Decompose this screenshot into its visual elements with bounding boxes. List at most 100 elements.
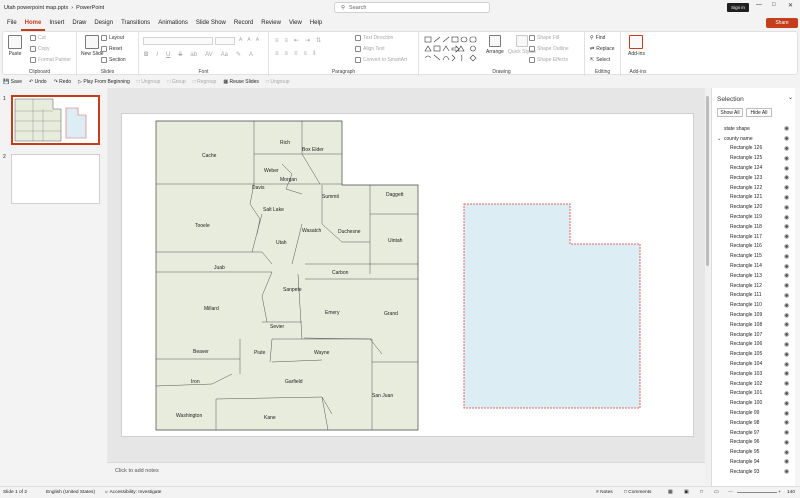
columns-icon[interactable]: ‖ (313, 51, 315, 57)
section-button[interactable]: Section (101, 57, 126, 63)
eye-icon[interactable]: ◉ (784, 302, 789, 309)
addins-button[interactable]: Add-ins (628, 35, 645, 57)
qat-save[interactable]: 💾 Save (3, 79, 22, 85)
eye-icon[interactable]: ◉ (784, 410, 789, 417)
paste-button[interactable]: Paste (8, 35, 22, 57)
eye-icon[interactable]: ◉ (784, 165, 789, 172)
case-icon[interactable]: Aa (221, 52, 228, 58)
reading-view-icon[interactable]: □ (700, 490, 703, 495)
notes-pane[interactable]: Click to add notes (107, 462, 705, 485)
selection-item[interactable]: Rectangle 116 ◉ (712, 242, 800, 252)
selection-item[interactable]: Rectangle 103 ◉ (712, 369, 800, 379)
eye-icon[interactable]: ◉ (784, 135, 789, 142)
selection-item[interactable]: Rectangle 108 ◉ (712, 320, 800, 330)
tab-view[interactable]: View (285, 15, 306, 31)
canvas-scrollbar[interactable] (705, 88, 710, 483)
tab-record[interactable]: Record (230, 15, 257, 31)
convert-smartart-button[interactable]: Convert to SmartArt (355, 57, 407, 63)
selection-item[interactable]: state shape ◉ (712, 124, 800, 134)
selection-item[interactable]: Rectangle 105 ◉ (712, 349, 800, 359)
bullets-icon[interactable]: ≡ (275, 38, 279, 44)
spacing-icon[interactable]: AV (205, 52, 213, 58)
eye-icon[interactable]: ◉ (784, 390, 789, 397)
increase-indent-icon[interactable]: ⇥ (305, 37, 310, 44)
grow-font-icon[interactable]: A (239, 37, 242, 43)
selection-item[interactable]: Rectangle 125 ◉ (712, 153, 800, 163)
maximize-icon[interactable]: □ (772, 2, 776, 8)
tab-home[interactable]: Home (20, 15, 46, 31)
selection-item[interactable]: Rectangle 101 ◉ (712, 389, 800, 399)
eye-icon[interactable]: ◉ (784, 419, 789, 426)
qat-ungroup[interactable]: □ Ungroup (137, 79, 161, 85)
selection-item[interactable]: Rectangle 119 ◉ (712, 212, 800, 222)
replace-button[interactable]: ⇄ Replace (590, 46, 615, 52)
selection-item[interactable]: Rectangle 110 ◉ (712, 300, 800, 310)
shrink-font-icon[interactable]: A (247, 37, 250, 43)
selection-item[interactable]: Rectangle 123 ◉ (712, 173, 800, 183)
comments-toggle[interactable]: □ Comments (624, 490, 651, 495)
eye-icon[interactable]: ◉ (784, 243, 789, 250)
align-left-icon[interactable]: ≡ (275, 51, 279, 57)
format-painter-button[interactable]: Format Painter (30, 57, 71, 63)
selection-item[interactable]: Rectangle 113 ◉ (712, 271, 800, 281)
qat-undo[interactable]: ↶ Undo (29, 79, 47, 85)
selection-item[interactable]: Rectangle 111 ◉ (712, 291, 800, 301)
align-right-icon[interactable]: ≡ (294, 51, 298, 57)
line-spacing-icon[interactable]: ⇅ (316, 37, 321, 44)
text-direction-button[interactable]: Text Direction (355, 35, 393, 41)
select-button[interactable]: ⇱ Select (590, 57, 610, 63)
eye-icon[interactable]: ◉ (784, 174, 789, 181)
eye-icon[interactable]: ◉ (784, 321, 789, 328)
caret-down-icon[interactable]: ⌄ (717, 136, 721, 142)
qat-group[interactable]: □ Group (167, 79, 185, 85)
font-size-dropdown[interactable] (215, 37, 235, 45)
selection-item[interactable]: Rectangle 126 ◉ (712, 144, 800, 154)
notes-toggle[interactable]: ≡ Notes (596, 490, 613, 495)
justify-icon[interactable]: ≡ (304, 51, 308, 57)
selection-scrollbar[interactable] (795, 88, 800, 486)
tab-file[interactable]: File (3, 15, 21, 31)
selection-item[interactable]: Rectangle 100 ◉ (712, 398, 800, 408)
font-color-icon[interactable]: A (249, 52, 253, 58)
hide-all-button[interactable]: Hide All (746, 108, 772, 117)
selection-item[interactable]: Rectangle 112 ◉ (712, 281, 800, 291)
selection-item[interactable]: Rectangle 96 ◉ (712, 438, 800, 448)
eye-icon[interactable]: ◉ (784, 468, 789, 475)
slide-thumbnail-1[interactable] (11, 95, 100, 145)
shapes-gallery[interactable] (424, 36, 482, 64)
eye-icon[interactable]: ◉ (784, 204, 789, 211)
selection-item[interactable]: Rectangle 115 ◉ (712, 251, 800, 261)
selection-item[interactable]: Rectangle 97 ◉ (712, 428, 800, 438)
selection-item[interactable]: Rectangle 124 ◉ (712, 163, 800, 173)
eye-icon[interactable]: ◉ (784, 214, 789, 221)
eye-icon[interactable]: ◉ (784, 223, 789, 230)
eye-icon[interactable]: ◉ (784, 361, 789, 368)
arrange-button[interactable]: Arrange (486, 35, 504, 55)
selection-item[interactable]: Rectangle 109 ◉ (712, 310, 800, 320)
language-indicator[interactable]: English (United States) (46, 490, 95, 495)
zoom-slider[interactable] (737, 492, 777, 493)
chevron-down-icon[interactable]: ⌄ (788, 94, 793, 101)
eye-icon[interactable]: ◉ (784, 282, 789, 289)
tab-insert[interactable]: Insert (45, 15, 68, 31)
selection-item[interactable]: Rectangle 99 ◉ (712, 408, 800, 418)
slide[interactable]: Cache Rich Box Elder Weber Morgan Davis … (121, 113, 694, 437)
numbering-icon[interactable]: ≡ (285, 38, 289, 44)
eye-icon[interactable]: ◉ (784, 439, 789, 446)
tab-help[interactable]: Help (306, 15, 326, 31)
eye-icon[interactable]: ◉ (784, 253, 789, 260)
search-input[interactable]: ⚲ Search (334, 2, 490, 13)
selection-item[interactable]: Rectangle 122 ◉ (712, 183, 800, 193)
tab-animations[interactable]: Animations (154, 15, 192, 31)
sorter-view-icon[interactable]: ▣ (684, 490, 689, 495)
slide-thumbnail-2[interactable] (11, 154, 100, 204)
eye-icon[interactable]: ◉ (784, 331, 789, 338)
cut-button[interactable]: Cut (30, 35, 46, 41)
share-button[interactable]: Share (766, 18, 798, 28)
eye-icon[interactable]: ◉ (784, 292, 789, 299)
eye-icon[interactable]: ◉ (784, 351, 789, 358)
selection-item[interactable]: Rectangle 95 ◉ (712, 447, 800, 457)
eye-icon[interactable]: ◉ (784, 400, 789, 407)
tab-transitions[interactable]: Transitions (117, 15, 154, 31)
eye-icon[interactable]: ◉ (784, 145, 789, 152)
